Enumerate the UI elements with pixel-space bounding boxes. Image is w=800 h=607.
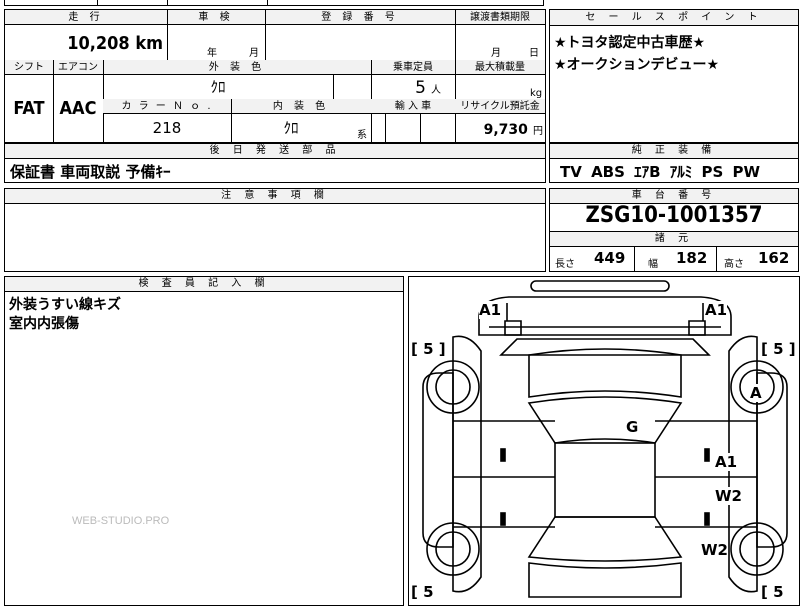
shift-value: FAT	[13, 98, 45, 119]
tire-label-rear-right: [ 5	[761, 583, 784, 601]
transfer-day-unit: 日	[529, 48, 539, 59]
inspector-line-1: 外装うすい線キズ	[9, 297, 121, 313]
registration-header: 登 録 番 号	[265, 10, 455, 25]
transfer-month-unit: 月	[491, 48, 501, 59]
spec-height-label: 高さ	[724, 259, 744, 270]
mark-right-front-door: A1	[715, 453, 738, 471]
interior-unit: 系	[357, 130, 367, 141]
shift-header: シフト	[5, 60, 53, 75]
notes-header: 注 意 事 項 欄	[5, 189, 545, 204]
mark-right-front-wheel: A	[750, 384, 762, 402]
max-load-unit: kg	[530, 88, 543, 99]
mileage-unit: km	[135, 33, 163, 54]
capacity-header: 乗車定員	[371, 60, 455, 75]
notes-box: 注 意 事 項 欄	[4, 188, 546, 272]
inspection-month-unit: 月	[249, 48, 259, 59]
mileage-header: 走 行	[5, 10, 167, 25]
recycle-number: 9,730	[483, 122, 528, 138]
mark-front-right: A1	[705, 301, 728, 319]
spec-length-label: 長さ	[555, 259, 575, 270]
mileage-number: 10,208	[67, 33, 130, 54]
spec-width-label: 幅	[648, 259, 658, 270]
specs-header: 諸 元	[550, 232, 798, 247]
mark-right-rear-door: W2	[715, 487, 742, 505]
mark-windshield: G	[626, 418, 639, 436]
color-no-header: カ ラ ー Ｎ ｏ .	[103, 99, 231, 114]
mileage-value: 10,208 km	[5, 25, 167, 60]
genuine-equipment-header: 純 正 装 備	[550, 144, 798, 159]
inspector-box: 検 査 員 記 入 欄 外装うすい線キズ 室内内張傷	[4, 276, 404, 606]
car-diagram-box: A1 A1 A G A1 W2 W2 [ 5 ] [ 5 ] [ 5 [ 5	[408, 276, 800, 606]
color-no-value: 218	[152, 119, 182, 137]
capacity-number: 5	[415, 78, 426, 98]
later-parts-box: 後 日 発 送 部 品 保証書 車両取説 予備ｷｰ	[4, 143, 546, 183]
later-parts-value: 保証書 車両取説 予備ｷｰ	[10, 163, 171, 181]
max-load-header: 最大積載量	[455, 60, 545, 75]
sales-point-header: セ ー ル ス ポ イ ン ト	[550, 10, 798, 26]
genuine-equipment-box: 純 正 装 備 TV ABS ｴｱB ｱﾙﾐ PS PW	[549, 143, 799, 183]
capacity-unit: 人	[431, 85, 441, 96]
recycle-unit: 円	[533, 126, 543, 137]
spec-length-value: 449	[594, 249, 626, 267]
interior-value: ｸﾛ	[283, 119, 299, 137]
recycle-value: 9,730 円	[455, 114, 545, 142]
sales-point-box: セ ー ル ス ポ イ ン ト ★トヨタ認定中古車歴★ ★オークションデビュー★	[549, 9, 799, 143]
tire-label-rear-left: [ 5	[411, 583, 434, 601]
aircon-header: エアコン	[53, 60, 103, 75]
inspection-header: 車 検	[167, 10, 265, 25]
interior-header: 内 装 色	[231, 99, 371, 114]
tire-label-front-right: [ 5 ]	[761, 340, 796, 358]
chassis-value: ZSG10-1001357	[585, 203, 763, 228]
capacity-value: 5 人	[371, 75, 455, 99]
spec-height-value: 162	[758, 249, 790, 267]
sales-point-line-1: ★トヨタ認定中古車歴★	[554, 35, 706, 51]
import-header: 輸 入 車	[371, 99, 455, 114]
inspector-header: 検 査 員 記 入 欄	[5, 277, 403, 292]
genuine-equipment-value: TV ABS ｴｱB ｱﾙﾐ PS PW	[560, 163, 761, 181]
vehicle-info-table: 走 行 車 検 登 録 番 号 譲渡書類期限 10,208 km 年 月 月 日…	[4, 9, 546, 143]
tire-label-front-left: [ 5 ]	[411, 340, 446, 358]
transfer-header: 譲渡書類期限	[455, 10, 545, 25]
chassis-box: 車 台 番 号 ZSG10-1001357 諸 元 長さ 449 幅 182 高…	[549, 188, 799, 272]
chassis-header: 車 台 番 号	[550, 189, 798, 204]
inspector-line-2: 室内内張傷	[9, 316, 79, 332]
mark-right-rear-wheel: W2	[701, 541, 728, 559]
exterior-value: ｸﾛ	[210, 78, 226, 96]
watermark: WEB-STUDIO.PRO	[72, 515, 170, 527]
top-strip	[4, 0, 544, 6]
later-parts-header: 後 日 発 送 部 品	[5, 144, 545, 159]
inspection-year-unit: 年	[207, 48, 217, 59]
sales-point-line-2: ★オークションデビュー★	[554, 57, 720, 73]
recycle-header: リサイクル預託金	[455, 99, 545, 114]
spec-width-value: 182	[676, 249, 708, 267]
exterior-header: 外 装 色	[103, 60, 371, 75]
mark-front-left: A1	[479, 301, 502, 319]
car-diagram	[422, 280, 788, 598]
aircon-value: AAC	[59, 98, 97, 119]
